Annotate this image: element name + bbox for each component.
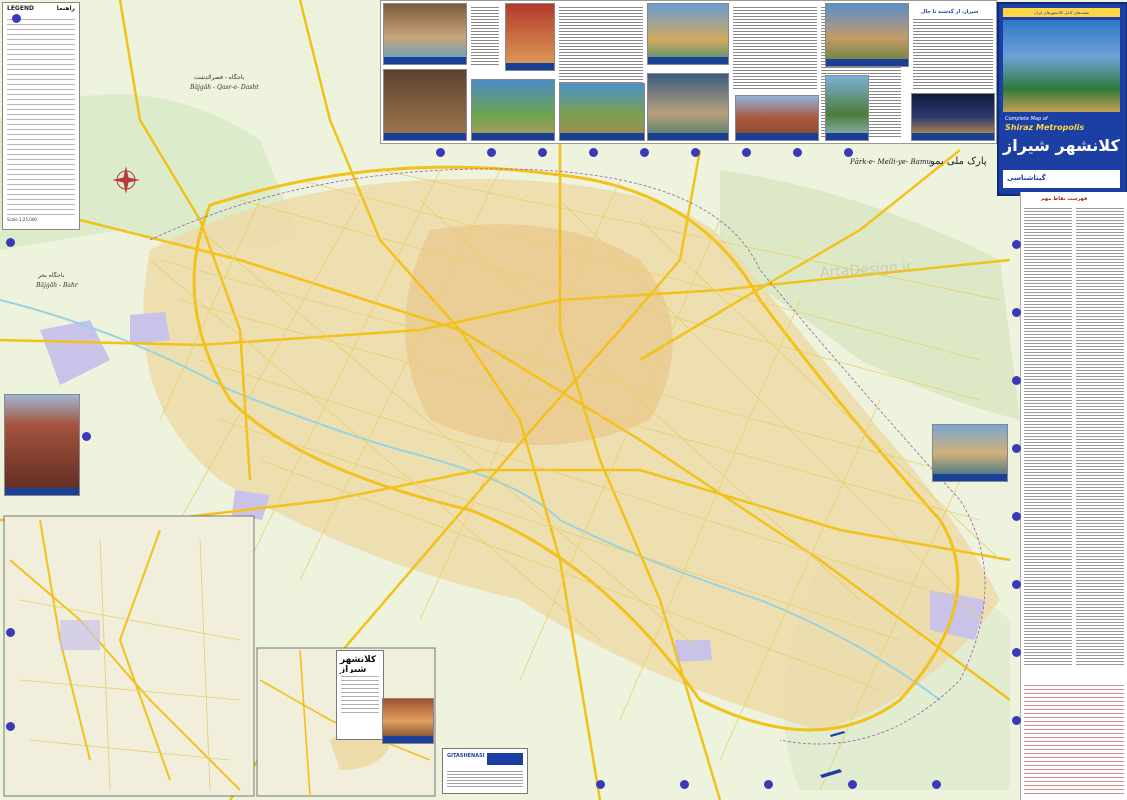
park-label-en: Pārk-e- Melli-ye- Bamu	[850, 158, 931, 166]
grid-marker-right-8	[1012, 716, 1021, 725]
grid-marker-bottom-4	[848, 780, 857, 789]
photo-mosque-arches	[505, 3, 555, 71]
legend-title-fa: راهنما	[56, 5, 75, 12]
grid-marker-top-1	[436, 148, 445, 157]
grid-marker-right-1	[1012, 240, 1021, 249]
photo-nasir-mosque	[4, 394, 80, 496]
grid-marker-mid-left	[82, 432, 91, 441]
index-col-2	[1076, 206, 1124, 666]
index-col-1	[1024, 206, 1072, 666]
city-center-area	[405, 224, 673, 445]
photo-bazaar	[383, 69, 467, 141]
grid-marker-left-4	[6, 722, 15, 731]
title-en-line1: Complete Map of	[1005, 116, 1048, 122]
grid-marker-left-2	[6, 238, 15, 247]
north-place-fa: باجگاه - قصرالدشت	[194, 74, 245, 81]
photo-narenjestan	[932, 424, 1008, 482]
grid-marker-bottom-2	[680, 780, 689, 789]
text-column-1	[471, 5, 499, 65]
index-table	[1024, 682, 1124, 794]
grid-marker-top-2	[487, 148, 496, 157]
publisher-logo	[487, 753, 523, 765]
west-place-en: Bājgāh - Bahr	[36, 282, 78, 289]
legend-title-en: LEGEND	[7, 5, 34, 12]
north-place-en: Bājgāh - Qasr-e- Dasht	[190, 84, 259, 91]
history-heading: شیراز، از گذشته تا حال	[921, 9, 979, 15]
grid-marker-right-2	[1012, 308, 1021, 317]
text-column-3	[733, 5, 817, 91]
photo-pool	[825, 75, 869, 141]
grid-marker-top-4	[589, 148, 598, 157]
photo-shrine-night	[911, 93, 995, 141]
photo-park	[559, 83, 645, 141]
publisher-fa: گیتاشناسی	[1007, 174, 1046, 182]
grid-marker-right-7	[1012, 648, 1021, 657]
photo-eram-garden	[471, 79, 555, 141]
inset-map-left	[3, 515, 255, 797]
index-panel: فهرست نقاط مهم	[1020, 192, 1127, 800]
grid-marker-bottom-1	[596, 780, 605, 789]
photo-pavilion	[647, 3, 729, 65]
grid-marker-top-8	[793, 148, 802, 157]
publisher-en: GITASHENASI	[447, 753, 485, 759]
grid-marker-top-3	[538, 148, 547, 157]
inset-card-text	[341, 673, 379, 713]
tourism-panel: شیراز، از گذشته تا حال	[380, 0, 997, 144]
grid-marker-bottom-5	[932, 780, 941, 789]
title-photo-tomb	[1003, 20, 1120, 112]
title-fa: کلانشهر شیراز	[1003, 136, 1120, 155]
photo-garden-palace	[383, 3, 467, 65]
series-label: نقشه‌های کامل کلانشهرهای ایران	[1003, 8, 1120, 17]
publisher-text	[447, 769, 523, 789]
grid-marker-top-5	[640, 148, 649, 157]
grid-marker-right-6	[1012, 580, 1021, 589]
grid-marker-top-9	[844, 148, 853, 157]
text-column-5	[913, 17, 993, 89]
title-card: نقشه‌های کامل کلانشهرهای ایران Complete …	[997, 2, 1127, 196]
inset-card-title: کلانشهر شیراز	[340, 655, 377, 675]
title-en-line2: Shiraz Metropolis	[1005, 123, 1085, 132]
west-place-fa: باجگاه بحر	[38, 272, 65, 279]
photo-courtyard	[647, 73, 729, 141]
photo-gate	[825, 3, 909, 67]
grid-marker-left-3	[6, 628, 15, 637]
publisher-strip: گیتاشناسی	[1003, 170, 1120, 188]
grid-marker-bottom-3	[764, 780, 773, 789]
lavender-zone-2	[130, 312, 170, 345]
grid-marker-left	[12, 14, 21, 23]
lavender-zone-4	[675, 640, 712, 662]
shiraz-map[interactable]: LEGEND راهنما Scale 1:25,000 شیراز، از گ…	[0, 0, 1127, 800]
grid-marker-top-6	[691, 148, 700, 157]
legend-panel: LEGEND راهنما Scale 1:25,000	[2, 2, 80, 230]
grid-marker-right-5	[1012, 512, 1021, 521]
publisher-block: GITASHENASI	[442, 748, 528, 794]
photo-arches-small	[382, 698, 434, 744]
park-label-fa: پارک ملی بمو	[930, 156, 987, 167]
grid-marker-right-3	[1012, 376, 1021, 385]
inset-info-card: کلانشهر شیراز	[336, 650, 384, 740]
legend-scale: Scale 1:25,000	[7, 217, 37, 222]
grid-marker-right-4	[1012, 444, 1021, 453]
photo-citadel	[735, 95, 819, 141]
index-heading: فهرست نقاط مهم	[1041, 196, 1088, 202]
grid-marker-top-7	[742, 148, 751, 157]
legend-entries	[7, 15, 75, 215]
